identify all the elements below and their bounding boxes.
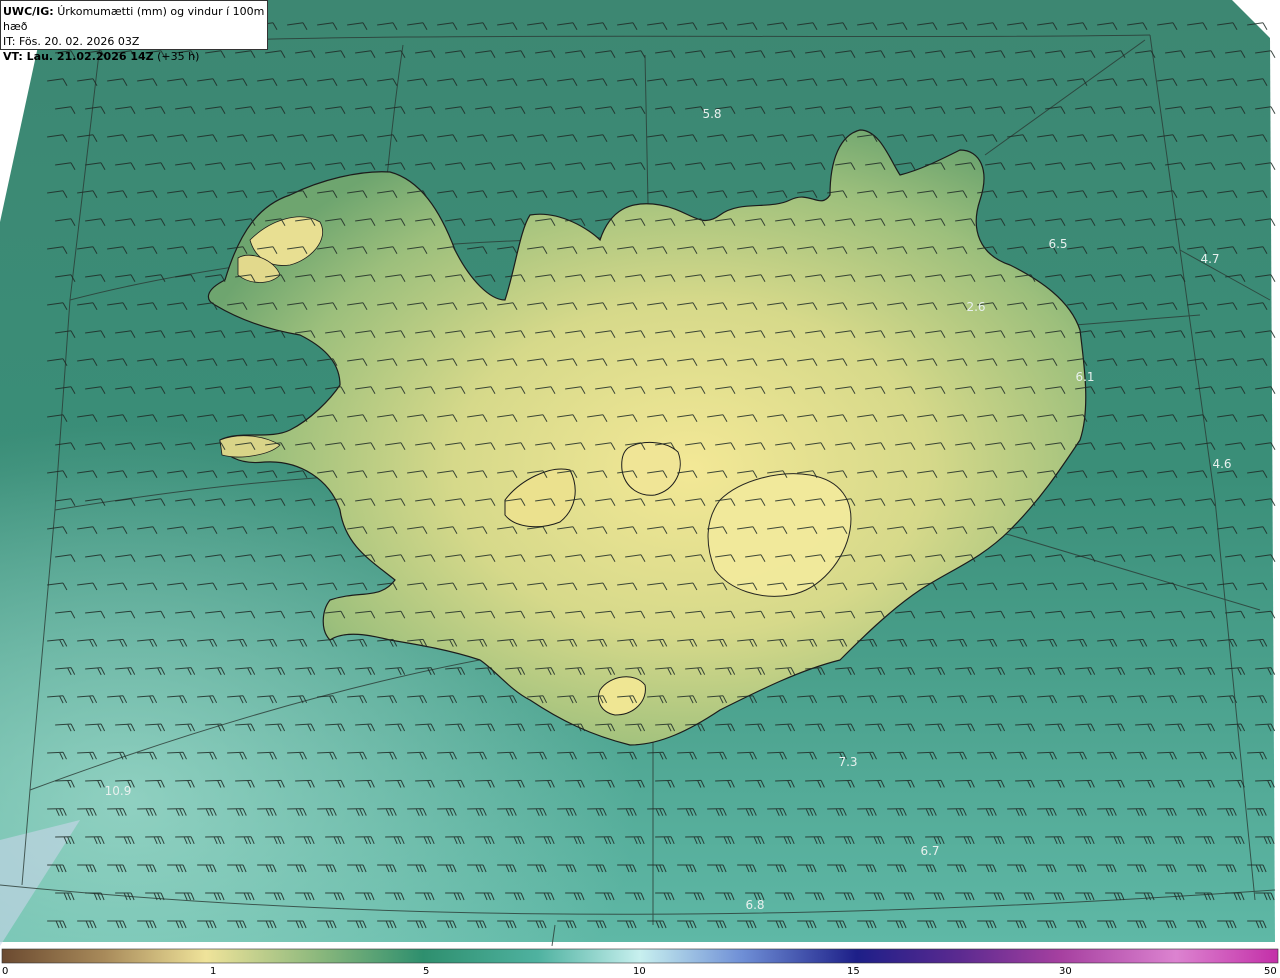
colorbar-tick-label: 0 bbox=[2, 966, 8, 977]
colorbar: 0 1 5 10 15 30 50 bbox=[0, 946, 1280, 978]
valid-time-line: VT: Lau. 21.02.2026 14Z (+35 h) bbox=[3, 49, 265, 64]
max-label: 10.9 bbox=[105, 784, 132, 798]
max-label: 4.7 bbox=[1200, 252, 1219, 266]
max-label: 5.8 bbox=[702, 107, 721, 121]
map-header: UWC/IG: Úrkomumætti (mm) og vindur í 100… bbox=[0, 0, 268, 63]
model-label: UWC/IG: bbox=[3, 5, 54, 18]
max-label: 6.8 bbox=[745, 898, 764, 912]
max-label: 7.3 bbox=[838, 755, 857, 769]
max-label: 6.5 bbox=[1048, 237, 1067, 251]
max-label: 2.6 bbox=[966, 300, 985, 314]
colorbar-gradient bbox=[1, 948, 1279, 964]
colorbar-tick-label: 10 bbox=[633, 966, 646, 977]
lead-time: (+35 h) bbox=[157, 50, 200, 63]
max-label: 6.7 bbox=[920, 844, 939, 858]
precipitation-wind-map: 5.8 6.5 4.7 2.6 6.1 4.6 7.3 6.7 6.8 10.9… bbox=[0, 0, 1280, 978]
colorbar-tick-label: 50 bbox=[1264, 966, 1277, 977]
colorbar-tick-label: 15 bbox=[847, 966, 860, 977]
valid-time: VT: Lau. 21.02.2026 14Z bbox=[3, 50, 154, 63]
max-label: 4.6 bbox=[1212, 457, 1231, 471]
max-label: 6.1 bbox=[1075, 370, 1094, 384]
header-title-line: UWC/IG: Úrkomumætti (mm) og vindur í 100… bbox=[3, 4, 265, 34]
colorbar-tick-label: 1 bbox=[210, 966, 216, 977]
init-time: IT: Fös. 20. 02. 2026 03Z bbox=[3, 35, 140, 48]
colorbar-tick-label: 5 bbox=[423, 966, 429, 977]
colorbar-tick-label: 30 bbox=[1059, 966, 1072, 977]
